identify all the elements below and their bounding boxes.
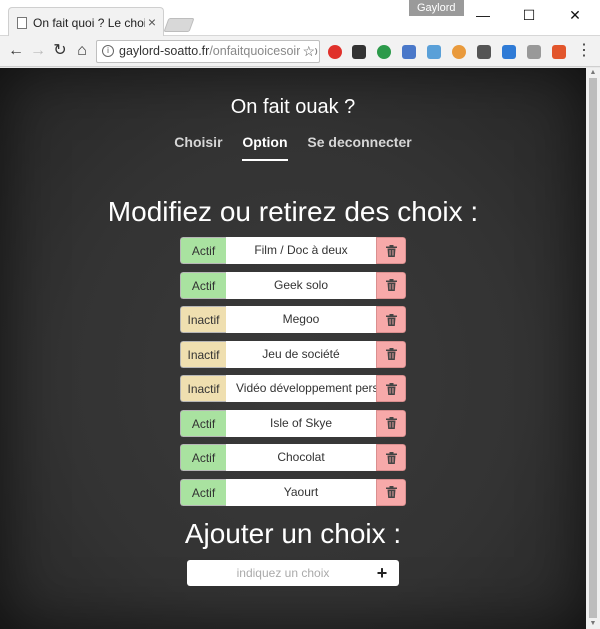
choice-row: Actif Chocolat — [180, 444, 406, 471]
choice-label[interactable]: Yaourt — [226, 478, 376, 506]
scrollbar-thumb[interactable] — [589, 78, 597, 618]
add-heading: Ajouter un choix : — [184, 518, 402, 549]
nav-option[interactable]: Option — [242, 134, 288, 161]
main-nav: Choisir Option Se deconnecter — [0, 134, 586, 161]
back-icon[interactable]: ← — [6, 41, 26, 61]
cookie-extension-icon[interactable] — [452, 45, 466, 59]
choice-label[interactable]: Isle of Skye — [226, 409, 376, 437]
choice-row: Actif Yaourt — [180, 478, 406, 506]
page-icon — [17, 17, 27, 29]
status-toggle[interactable]: Inactif — [180, 375, 226, 402]
forward-icon[interactable]: → — [28, 41, 48, 61]
nav-se-deconnecter[interactable]: Se deconnecter — [307, 134, 411, 159]
reload-icon[interactable]: ↻ — [50, 41, 70, 61]
delete-button[interactable] — [376, 271, 406, 299]
bookmark-star-icon[interactable]: ☆ — [300, 41, 315, 62]
minimize-button[interactable]: — — [460, 2, 506, 28]
choice-row: Inactif Jeu de société — [180, 340, 406, 368]
choice-row: Actif Film / Doc à deux — [180, 237, 406, 264]
trash-icon — [385, 382, 397, 395]
status-toggle[interactable]: Actif — [180, 478, 226, 506]
delete-button[interactable] — [376, 444, 406, 471]
extension-icon[interactable] — [552, 45, 566, 59]
choice-row: Actif Geek solo — [180, 271, 406, 299]
close-window-button[interactable]: ✕ — [552, 2, 598, 28]
choice-label[interactable]: Chocolat — [226, 444, 376, 471]
new-tab-button[interactable] — [163, 18, 195, 32]
choice-label[interactable]: Geek solo — [226, 271, 376, 299]
status-toggle[interactable]: Actif — [180, 271, 226, 299]
browser-toolbar: ← → ↻ ⌂ i gaylord-soatto.fr/onfaitquoice… — [0, 36, 600, 67]
trash-icon — [385, 451, 397, 464]
delete-button[interactable] — [376, 237, 406, 264]
scroll-up-icon[interactable]: ▲ — [586, 68, 600, 78]
choices-list: Actif Film / Doc à deux Actif Geek solo … — [180, 237, 406, 513]
delete-button[interactable] — [376, 375, 406, 402]
delete-button[interactable] — [376, 478, 406, 506]
trash-icon — [385, 486, 397, 498]
url-host: gaylord-soatto.fr — [119, 44, 210, 58]
trash-icon — [385, 348, 397, 360]
extension-icon[interactable] — [427, 45, 441, 59]
choice-label[interactable]: Film / Doc à deux — [226, 237, 376, 264]
address-bar[interactable]: i gaylord-soatto.fr/onfaitquoicesoir/op … — [96, 40, 320, 63]
choice-label[interactable]: Jeu de société — [226, 340, 376, 368]
profile-badge[interactable]: Gaylord — [409, 0, 464, 16]
delete-button[interactable] — [376, 409, 406, 437]
extension-icon[interactable] — [527, 45, 541, 59]
page-viewport: On fait ouak ? Choisir Option Se deconne… — [0, 68, 586, 629]
maximize-button[interactable]: ☐ — [506, 2, 552, 28]
choice-row: Actif Isle of Skye — [180, 409, 406, 437]
browser-titlebar: On fait quoi ? Le choix al × Gaylord — ☐… — [0, 0, 600, 37]
site-title: On fait ouak ? — [230, 96, 356, 118]
tab-title: On fait quoi ? Le choix al — [33, 16, 145, 30]
info-icon[interactable]: i — [102, 45, 114, 57]
status-toggle[interactable]: Actif — [180, 237, 226, 264]
trash-icon — [385, 313, 397, 326]
tab-close-icon[interactable]: × — [148, 14, 156, 30]
status-toggle[interactable]: Actif — [180, 444, 226, 471]
extension-icon[interactable] — [402, 45, 416, 59]
nav-choisir[interactable]: Choisir — [174, 134, 222, 159]
status-toggle[interactable]: Inactif — [180, 340, 226, 368]
extension-icon[interactable] — [477, 45, 491, 59]
choice-label[interactable]: Vidéo développement perso — [226, 375, 376, 402]
choice-label[interactable]: Megoo — [226, 306, 376, 333]
delete-button[interactable] — [376, 340, 406, 368]
extension-icon[interactable] — [352, 45, 366, 59]
status-toggle[interactable]: Inactif — [180, 306, 226, 333]
scroll-down-icon[interactable]: ▼ — [586, 619, 600, 629]
menu-kebab-icon[interactable]: ⋮ — [574, 41, 594, 61]
add-choice-input[interactable] — [187, 560, 365, 586]
browser-tab[interactable]: On fait quoi ? Le choix al × — [8, 7, 164, 37]
home-icon[interactable]: ⌂ — [72, 41, 92, 61]
add-choice-form: + — [187, 560, 399, 586]
trash-icon — [385, 279, 397, 291]
extension-icon[interactable] — [502, 45, 516, 59]
choice-row: Inactif Megoo — [180, 306, 406, 333]
trash-icon — [385, 417, 397, 429]
delete-button[interactable] — [376, 306, 406, 333]
trash-icon — [385, 244, 397, 257]
opera-extension-icon[interactable] — [328, 45, 342, 59]
add-choice-button[interactable]: + — [365, 560, 399, 586]
status-toggle[interactable]: Actif — [180, 409, 226, 437]
extension-icon[interactable] — [377, 45, 391, 59]
modify-heading: Modifiez ou retirez des choix : — [107, 196, 479, 227]
choice-row: Inactif Vidéo développement perso — [180, 375, 406, 402]
